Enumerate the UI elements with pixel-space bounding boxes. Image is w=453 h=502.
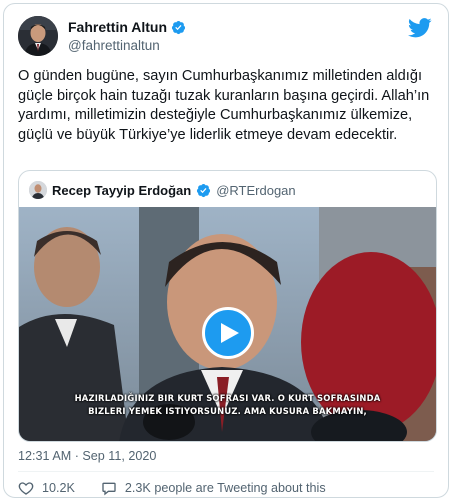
- tweet-actions: 10.2K 2.3K people are Tweeting about thi…: [18, 479, 326, 497]
- author-handle[interactable]: @fahrettinaltun: [68, 38, 186, 53]
- display-name[interactable]: Fahrettin Altun: [68, 19, 167, 35]
- comment-icon: [102, 482, 116, 496]
- display-name-row: Fahrettin Altun: [68, 19, 186, 35]
- play-button[interactable]: [202, 307, 254, 359]
- quoted-avatar: [29, 181, 47, 199]
- quoted-tweet[interactable]: Recep Tayyip Erdoğan @RTErdogan HAZIRLAD…: [18, 170, 437, 442]
- author-names: Fahrettin Altun @fahrettinaltun: [68, 19, 186, 53]
- twitter-bird-icon[interactable]: [408, 18, 432, 38]
- play-icon: [221, 323, 239, 343]
- verified-badge-icon: [197, 183, 211, 197]
- video-subtitle-line-2: BIZLERI YEMEK ISTIYORSUNUZ. AMA KUSURA B…: [88, 406, 367, 416]
- tweet-header: Fahrettin Altun @fahrettinaltun: [18, 16, 434, 60]
- quoted-display-name: Recep Tayyip Erdoğan: [52, 182, 192, 198]
- reply-button[interactable]: 2.3K people are Tweeting about this: [101, 480, 326, 496]
- video-subtitle-line-1: HAZIRLADIĞINIZ BIR KURT SOFRASI VAR. O K…: [74, 393, 381, 403]
- like-button[interactable]: 10.2K: [18, 480, 75, 496]
- like-count: 10.2K: [42, 481, 75, 495]
- divider: [18, 471, 434, 472]
- avatar[interactable]: [18, 16, 58, 56]
- quoted-handle: @RTErdogan: [216, 182, 296, 198]
- verified-badge-icon: [171, 20, 186, 34]
- video-player[interactable]: HAZIRLADIĞINIZ BIR KURT SOFRASI VAR. O K…: [19, 207, 436, 441]
- reply-text: 2.3K people are Tweeting about this: [124, 481, 326, 495]
- heart-icon: [18, 482, 34, 495]
- tweet-card: Fahrettin Altun @fahrettinaltun O günden…: [3, 3, 449, 498]
- tweet-text: O günden bugüne, sayın Cumhurbaşkanımız …: [18, 68, 430, 143]
- quoted-tweet-header: Recep Tayyip Erdoğan @RTErdogan: [29, 179, 296, 201]
- tweet-timestamp[interactable]: 12:31 AM · Sep 11, 2020: [18, 449, 156, 463]
